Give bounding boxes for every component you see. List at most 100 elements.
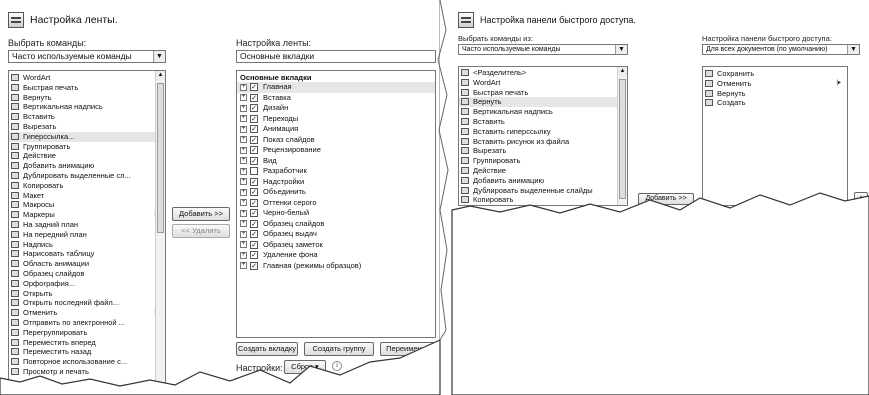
ribbon-command-item[interactable]: Переместить вперед	[9, 338, 165, 348]
qat-command-item[interactable]: Вставить гиперссылку	[459, 127, 627, 137]
ribbon-tab-item[interactable]: + ✓ Черно-белый	[237, 208, 435, 219]
ribbon-command-item[interactable]: Вставить	[9, 112, 165, 122]
new-group-button[interactable]: Создать группу	[304, 342, 374, 356]
qat-choose-select[interactable]: Часто используемые команды ▼	[458, 44, 628, 55]
ribbon-tab-item[interactable]: + ✓ Удаление фона	[237, 250, 435, 261]
ribbon-command-item[interactable]: Маркеры|▸	[9, 210, 165, 220]
qat-command-item[interactable]: Добавить анимацию▸	[459, 176, 627, 186]
qat-command-item[interactable]: <Разделитель>	[459, 68, 627, 78]
ribbon-command-item[interactable]: Макросы	[9, 200, 165, 210]
ribbon-command-item[interactable]: Надпись	[9, 240, 165, 250]
expand-icon[interactable]: +	[240, 157, 247, 164]
ribbon-command-item[interactable]: Макет▸	[9, 191, 165, 201]
ribbon-tab-item[interactable]: + ✓ Анимация	[237, 124, 435, 135]
ribbon-commands-list[interactable]: WordArt▸Быстрая печатьВернутьВертикальна…	[8, 70, 166, 388]
ribbon-command-item[interactable]: Отменить|▸	[9, 308, 165, 318]
rename-button[interactable]: Переименов	[380, 342, 436, 356]
choose-commands-select[interactable]: Часто используемые команды ▼	[8, 50, 166, 63]
ribbon-command-item[interactable]: Повторное использование с...	[9, 357, 165, 367]
tab-checkbox[interactable]: ✓	[250, 156, 258, 165]
tab-checkbox[interactable]: ✓	[250, 209, 258, 217]
customize-ribbon-select[interactable]: Основные вкладки	[236, 50, 436, 63]
qat-commands-list[interactable]: <Разделитель>WordArt▸Быстрая печатьВерну…	[458, 66, 628, 206]
tab-checkbox[interactable]: ✓	[250, 93, 258, 102]
tab-checkbox[interactable]: ✓	[250, 104, 258, 112]
ribbon-tabs-tree[interactable]: Основные вкладки + ✓ Главная + ✓ Вставка + ✓ Диз…	[236, 70, 436, 338]
ribbon-command-item[interactable]: Открыть	[9, 289, 165, 299]
qat-current-item[interactable]: Создать	[703, 98, 847, 108]
tab-checkbox[interactable]: ✓	[250, 83, 258, 91]
tab-checkbox[interactable]	[250, 167, 258, 175]
expand-icon[interactable]: +	[240, 83, 247, 91]
expand-icon[interactable]: +	[240, 230, 247, 238]
expand-icon[interactable]: +	[240, 104, 247, 112]
ribbon-command-item[interactable]: Область анимации	[9, 259, 165, 269]
expand-icon[interactable]: +	[240, 262, 247, 269]
expand-icon[interactable]: +	[240, 136, 247, 143]
qat-current-item[interactable]: Сохранить	[703, 69, 847, 79]
chevron-down-icon[interactable]: ▼	[847, 45, 859, 54]
ribbon-tab-item[interactable]: + ✓ Рецензирование	[237, 145, 435, 156]
qat-command-item[interactable]: Вертикальная надпись	[459, 107, 627, 117]
chevron-down-icon[interactable]: ▼	[153, 51, 165, 62]
expand-icon[interactable]: +	[240, 251, 247, 259]
tab-checkbox[interactable]: ✓	[250, 261, 258, 270]
tab-checkbox[interactable]: ✓	[250, 219, 258, 228]
tab-checkbox[interactable]: ✓	[250, 240, 258, 249]
add-button[interactable]: Добавить >>	[172, 207, 230, 221]
ribbon-command-item[interactable]: Орфография...	[9, 279, 165, 289]
ribbon-commands-scrollbar[interactable]: ▲	[155, 71, 165, 387]
scroll-thumb[interactable]	[157, 83, 164, 233]
qat-command-item[interactable]: Вставить рисунок из файла	[459, 137, 627, 147]
qat-command-item[interactable]: WordArt▸	[459, 78, 627, 88]
tab-checkbox[interactable]: ✓	[250, 251, 258, 259]
ribbon-command-item[interactable]: На передний план	[9, 230, 165, 240]
ribbon-tab-item[interactable]: + ✓ Образец выдач	[237, 229, 435, 240]
ribbon-command-item[interactable]: Добавить анимацию▸	[9, 161, 165, 171]
ribbon-command-item[interactable]: Просмотр и печать	[9, 367, 165, 377]
ribbon-command-item[interactable]: Дублировать выделенные сл...	[9, 171, 165, 181]
ribbon-tab-item[interactable]: + ✓ Образец слайдов	[237, 219, 435, 230]
ribbon-tab-item[interactable]: + ✓ Вид	[237, 156, 435, 167]
tab-checkbox[interactable]: ✓	[250, 177, 258, 186]
scroll-thumb[interactable]	[619, 79, 626, 199]
expand-icon[interactable]: +	[240, 146, 247, 154]
ribbon-tab-item[interactable]: + Разработчик	[237, 166, 435, 177]
ribbon-command-item[interactable]: Копировать	[9, 181, 165, 191]
qat-add-button[interactable]: Добавить >>	[638, 193, 694, 205]
qat-customize-select[interactable]: Для всех документов (по умолчанию) ▼	[702, 44, 860, 55]
scroll-up-icon[interactable]: ▲	[156, 71, 165, 80]
ribbon-command-item[interactable]: Вырезать	[9, 122, 165, 132]
ribbon-command-item[interactable]: Перегруппировать	[9, 328, 165, 338]
ribbon-command-item[interactable]: Гиперссылка...	[9, 131, 165, 142]
qat-command-item[interactable]: Дублировать выделенные слайды	[459, 186, 627, 196]
ribbon-tab-item[interactable]: + ✓ Вставка	[237, 93, 435, 104]
ribbon-command-item[interactable]: Действие	[9, 151, 165, 161]
qat-command-item[interactable]: Действие	[459, 166, 627, 176]
ribbon-command-item[interactable]: Переместить назад	[9, 347, 165, 357]
qat-current-list[interactable]: Сохранить Отменить |▸ Вернуть Создать	[702, 66, 848, 206]
qat-command-item[interactable]: Вырезать	[459, 146, 627, 156]
ribbon-command-item[interactable]: Группировать	[9, 142, 165, 152]
expand-icon[interactable]: +	[240, 94, 247, 101]
ribbon-command-item[interactable]: Нарисовать таблицу	[9, 249, 165, 259]
remove-button[interactable]: << Удалить	[172, 224, 230, 238]
ribbon-tab-item[interactable]: + ✓ Объединить	[237, 187, 435, 198]
ribbon-command-item[interactable]: Отправить по электронной ...	[9, 318, 165, 328]
expand-icon[interactable]: +	[240, 167, 247, 175]
ribbon-command-item[interactable]: Образец слайдов	[9, 269, 165, 279]
qat-command-item[interactable]: Копировать	[459, 195, 627, 205]
qat-command-item[interactable]: Группировать	[459, 156, 627, 166]
ribbon-tab-item[interactable]: + ✓ Надстройки	[237, 177, 435, 188]
ribbon-tab-item[interactable]: + ✓ Дизайн	[237, 103, 435, 114]
ribbon-tab-item[interactable]: + ✓ Образец заметок	[237, 240, 435, 251]
ribbon-command-item[interactable]: На задний план	[9, 220, 165, 230]
tab-checkbox[interactable]: ✓	[250, 188, 258, 196]
tab-checkbox[interactable]: ✓	[250, 198, 258, 207]
expand-icon[interactable]: +	[240, 188, 247, 196]
new-tab-button[interactable]: Создать вкладку	[236, 342, 298, 356]
expand-icon[interactable]: +	[240, 209, 247, 217]
expand-icon[interactable]: +	[240, 178, 247, 185]
ribbon-tab-item[interactable]: + ✓ Главная (режимы образцов)	[237, 261, 435, 272]
tab-checkbox[interactable]: ✓	[250, 146, 258, 154]
